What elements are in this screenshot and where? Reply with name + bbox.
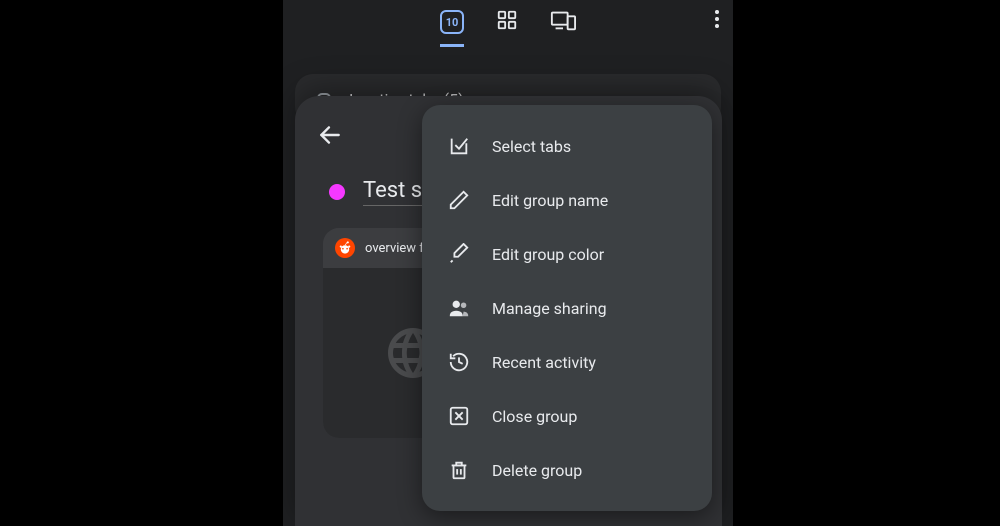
trash-icon (448, 459, 470, 481)
more-vert-icon (715, 10, 719, 28)
menu-close-group[interactable]: Close group (422, 389, 712, 443)
group-name-input[interactable]: Test s (363, 178, 422, 206)
menu-recent-activity[interactable]: Recent activity (422, 335, 712, 389)
tab-title-label: overview f (365, 241, 424, 256)
tab-count-icon: 10 (440, 10, 464, 34)
menu-delete-group[interactable]: Delete group (422, 443, 712, 497)
more-options-button[interactable] (715, 10, 719, 32)
menu-label: Select tabs (492, 137, 571, 156)
tab-groups-button[interactable] (496, 9, 518, 35)
history-icon (448, 351, 470, 373)
menu-label: Edit group color (492, 245, 604, 264)
grid-icon (496, 9, 518, 31)
reddit-favicon (335, 238, 355, 258)
checkbox-icon (448, 135, 470, 157)
devices-icon (550, 9, 576, 31)
tabs-view-button[interactable]: 10 (440, 10, 464, 47)
back-button[interactable] (317, 122, 343, 152)
people-icon (448, 297, 470, 319)
menu-select-tabs[interactable]: Select tabs (422, 119, 712, 173)
menu-label: Manage sharing (492, 299, 607, 318)
menu-manage-sharing[interactable]: Manage sharing (422, 281, 712, 335)
menu-label: Recent activity (492, 353, 596, 372)
menu-edit-color[interactable]: Edit group color (422, 227, 712, 281)
menu-edit-name[interactable]: Edit group name (422, 173, 712, 227)
group-context-menu: Select tabs Edit group name Edit group c… (422, 105, 712, 511)
eyedropper-icon (448, 243, 470, 265)
top-toolbar: 10 (283, 0, 733, 44)
pencil-icon (448, 189, 470, 211)
menu-label: Close group (492, 407, 577, 426)
arrow-left-icon (317, 122, 343, 148)
synced-devices-button[interactable] (550, 9, 576, 35)
menu-label: Delete group (492, 461, 582, 480)
menu-label: Edit group name (492, 191, 608, 210)
group-color-dot[interactable] (329, 184, 345, 200)
close-box-icon (448, 405, 470, 427)
